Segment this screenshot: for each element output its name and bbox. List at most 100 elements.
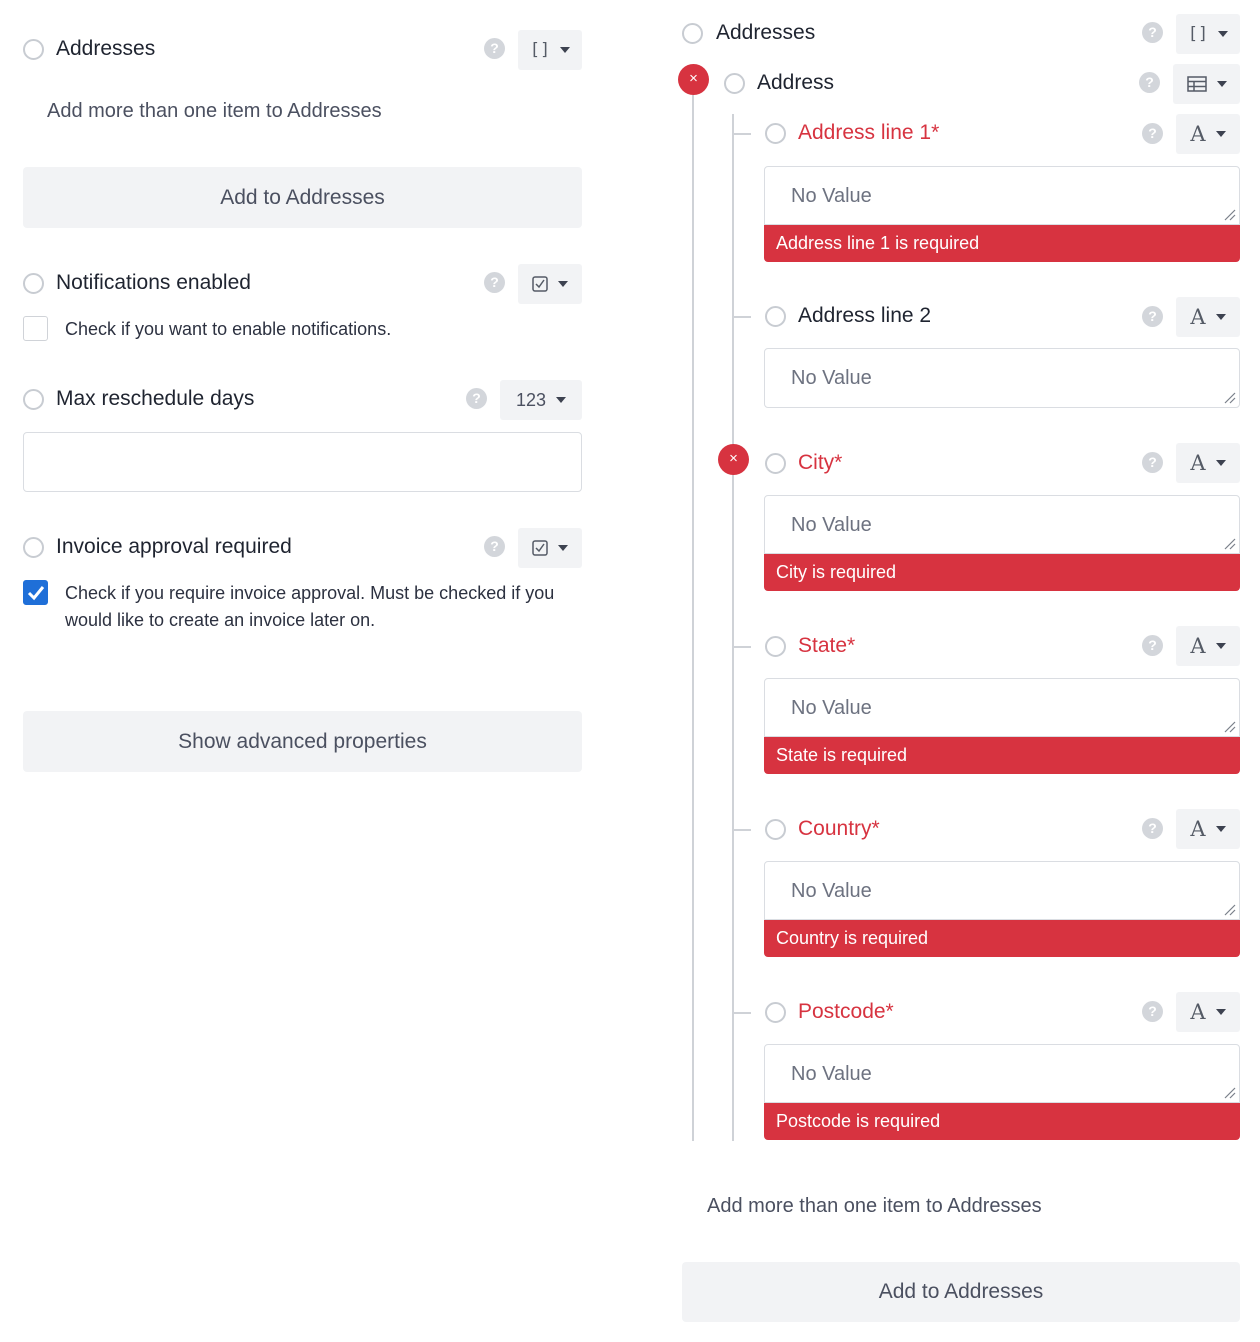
number-type-label: 123 [515,389,547,410]
right-addresses-radio[interactable] [682,23,703,44]
left-addresses-radio[interactable] [23,39,44,60]
help-icon[interactable]: ? [1142,22,1163,43]
checkbox-type-icon [532,540,548,556]
help-icon[interactable]: ? [1142,818,1163,839]
right-addresses-label: Addresses [716,21,816,44]
type-selector-string[interactable]: A [1176,114,1240,154]
state-error: State is required [764,737,1240,774]
state-textarea[interactable]: No Value [764,678,1240,737]
address-line2-radio[interactable] [765,306,786,327]
checkmark-icon [27,586,45,601]
type-selector-string[interactable]: A [1176,992,1240,1032]
string-type-icon: A [1190,634,1206,658]
state-placeholder: No Value [791,697,872,719]
help-icon[interactable]: ? [1142,1001,1163,1022]
max-reschedule-radio[interactable] [23,389,44,410]
address-radio[interactable] [724,73,745,94]
address-line1-label: Address line 1* [798,121,940,144]
address-line1-placeholder: No Value [791,185,872,207]
type-selector-number[interactable]: 123 [500,380,582,420]
array-icon: [] [1187,24,1209,44]
chevron-down-icon [558,281,568,287]
address-line1-radio[interactable] [765,123,786,144]
notifications-radio[interactable] [23,273,44,294]
state-radio[interactable] [765,636,786,657]
invoice-approval-checkbox[interactable] [23,580,48,605]
city-error: City is required [764,554,1240,591]
resize-handle-icon[interactable] [1224,538,1236,550]
invoice-approval-checkbox-label-line2: would like to create an invoice later on… [65,610,376,630]
string-type-icon: A [1190,817,1206,841]
postcode-error: Postcode is required [764,1103,1240,1140]
help-icon[interactable]: ? [466,388,487,409]
string-type-icon: A [1190,451,1206,475]
string-type-icon: A [1190,122,1206,146]
checkbox-type-icon [532,276,548,292]
tree-line-inner [732,114,734,1141]
string-type-icon: A [1190,1000,1206,1024]
address-error-icon[interactable]: × [678,64,709,95]
chevron-down-icon [1215,314,1226,320]
city-textarea[interactable]: No Value [764,495,1240,554]
type-selector-string[interactable]: A [1176,297,1240,337]
resize-handle-icon[interactable] [1224,904,1236,916]
max-reschedule-label: Max reschedule days [56,387,255,410]
left-add-to-addresses-button[interactable]: Add to Addresses [23,167,582,228]
help-icon[interactable]: ? [1142,635,1163,656]
type-selector-string[interactable]: A [1176,443,1240,483]
chevron-down-icon [560,47,571,53]
invoice-approval-radio[interactable] [23,537,44,558]
resize-handle-icon[interactable] [1224,209,1236,221]
resize-handle-icon[interactable] [1224,721,1236,733]
country-label: Country* [798,817,880,840]
type-selector-object[interactable] [1173,64,1240,104]
country-textarea[interactable]: No Value [764,861,1240,920]
type-selector-string[interactable]: A [1176,809,1240,849]
city-radio[interactable] [765,453,786,474]
type-selector-boolean[interactable] [518,264,582,304]
country-radio[interactable] [765,819,786,840]
show-advanced-properties-button[interactable]: Show advanced properties [23,711,582,772]
help-icon[interactable]: ? [1142,306,1163,327]
type-selector-boolean[interactable] [518,528,582,568]
postcode-radio[interactable] [765,1002,786,1023]
tree-branch [733,133,751,135]
type-selector-array[interactable]: [] [518,30,582,70]
array-icon: [] [529,40,551,60]
tree-line-outer [692,95,694,1141]
chevron-down-icon [1215,826,1226,832]
help-icon[interactable]: ? [1142,452,1163,473]
chevron-down-icon [1218,31,1229,37]
right-add-to-addresses-button[interactable]: Add to Addresses [682,1262,1240,1322]
help-icon[interactable]: ? [484,38,505,59]
table-icon [1186,76,1207,92]
type-selector-string[interactable]: A [1176,626,1240,666]
type-selector-array[interactable]: [] [1176,14,1240,54]
max-reschedule-input[interactable] [23,432,582,492]
tree-branch [733,829,751,831]
tree-branch [733,1012,751,1014]
right-addresses-hint: Add more than one item to Addresses [707,1195,1042,1217]
resize-handle-icon[interactable] [1224,392,1236,404]
tree-branch [733,316,751,318]
chevron-down-icon [558,545,568,551]
country-error: Country is required [764,920,1240,957]
address-line2-label: Address line 2 [798,304,932,327]
help-icon[interactable]: ? [1139,72,1160,93]
help-icon[interactable]: ? [484,536,505,557]
resize-handle-icon[interactable] [1224,1087,1236,1099]
city-error-icon[interactable]: × [718,444,749,475]
left-addresses-hint: Add more than one item to Addresses [47,100,382,122]
notifications-checkbox-label: Check if you want to enable notification… [65,319,392,339]
help-icon[interactable]: ? [484,272,505,293]
help-icon[interactable]: ? [1142,123,1163,144]
notifications-checkbox[interactable] [23,316,48,341]
postcode-textarea[interactable]: No Value [764,1044,1240,1103]
address-line1-textarea[interactable]: No Value [764,166,1240,225]
chevron-down-icon [1215,643,1226,649]
city-placeholder: No Value [791,514,872,536]
string-type-icon: A [1190,305,1206,329]
address-label: Address [757,71,835,94]
address-line2-textarea[interactable]: No Value [764,348,1240,408]
chevron-down-icon [556,397,567,403]
